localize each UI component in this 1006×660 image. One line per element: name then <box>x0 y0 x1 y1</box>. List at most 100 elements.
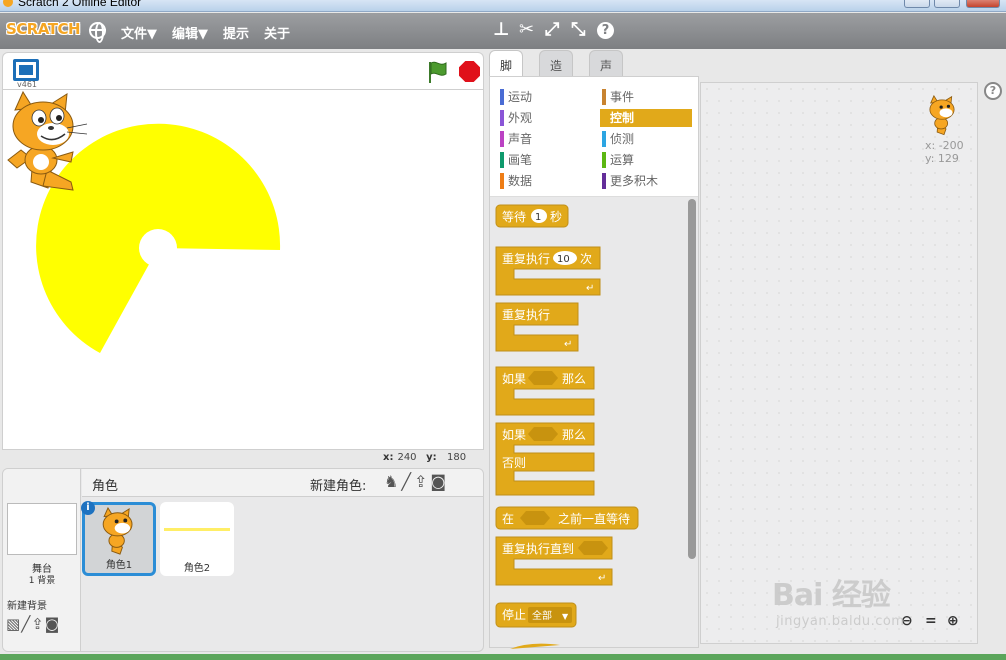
svg-text:全部: 全部 <box>532 609 552 622</box>
duplicate-stamp-icon[interactable]: ⊥ <box>493 21 509 39</box>
baidu-watermark: Bai 经验 jingyan.baidu.com <box>772 570 904 629</box>
svg-text:重复执行: 重复执行 <box>502 252 550 266</box>
scratch-app-icon <box>3 0 13 7</box>
line-costume-thumbnail <box>164 528 230 531</box>
block-wait[interactable]: 等待 1 秒 <box>495 204 569 228</box>
watermark-url: jingyan.baidu.com <box>776 614 905 629</box>
info-icon[interactable]: i <box>81 501 95 515</box>
svg-text:等待: 等待 <box>502 210 526 224</box>
stage-canvas[interactable] <box>2 89 484 450</box>
stage-column: 舞台 1 背景 新建背景 ▧╱⇪◙ <box>3 469 81 651</box>
new-backdrop-tools: ▧╱⇪◙ <box>6 615 60 633</box>
grow-icon[interactable]: ⤢ <box>545 21 559 39</box>
category-sensing[interactable]: 侦测 <box>600 130 692 148</box>
zoom-in-icon[interactable]: ⊕ <box>947 613 959 629</box>
tab-scripts[interactable]: 脚本 <box>489 50 524 90</box>
close-button[interactable] <box>966 0 1000 8</box>
globe-icon[interactable] <box>89 22 106 43</box>
menu-file[interactable]: 文件▼ <box>121 23 157 42</box>
svg-text:次: 次 <box>580 252 592 266</box>
camera-sprite-icon[interactable]: ◙ <box>430 472 449 491</box>
block-help-icon[interactable]: ? <box>597 22 614 39</box>
sprite-name: 角色2 <box>183 563 211 574</box>
svg-text:如果: 如果 <box>502 427 526 442</box>
category-more-blocks[interactable]: 更多积木 <box>600 172 692 190</box>
mouse-coordinates: x: 240 y: 180 <box>383 452 467 463</box>
menu-edit[interactable]: 编辑▼ <box>172 23 208 42</box>
svg-text:↵: ↵ <box>564 339 572 350</box>
svg-text:▼: ▼ <box>562 612 569 621</box>
upload-sprite-icon[interactable]: ⇪ <box>414 472 430 491</box>
shrink-icon[interactable]: ⤡ <box>571 21 585 39</box>
zoom-reset-icon[interactable]: = <box>925 613 937 629</box>
watermark-brand: Bai 经验 <box>772 578 891 613</box>
category-pen[interactable]: 画笔 <box>498 151 590 169</box>
category-operators[interactable]: 运算 <box>600 151 692 169</box>
camera-backdrop-icon[interactable]: ◙ <box>45 615 61 633</box>
category-motion[interactable]: 运动 <box>498 88 590 106</box>
category-looks[interactable]: 外观 <box>498 109 590 127</box>
svg-text:秒: 秒 <box>550 210 562 224</box>
palette-scrollbar[interactable] <box>688 199 696 559</box>
block-repeat[interactable]: 重复执行 10 次 ↵ <box>495 246 601 296</box>
scratch-logo[interactable]: SCRATCH <box>6 20 81 38</box>
sprite-tile-1[interactable]: i 角色1 <box>81 501 156 576</box>
paint-backdrop-icon[interactable]: ╱ <box>21 615 31 633</box>
sprite-name: 角色1 <box>105 560 133 571</box>
svg-text:之前一直等待: 之前一直等待 <box>558 511 630 526</box>
tab-costumes[interactable]: 造型 <box>539 50 574 90</box>
new-sprite-label: 新建角色: <box>310 479 367 494</box>
svg-text:如果: 如果 <box>502 371 526 386</box>
svg-text:停止: 停止 <box>502 607 526 622</box>
paint-sprite-icon[interactable]: ╱ <box>401 472 414 491</box>
svg-text:那么: 那么 <box>562 372 586 386</box>
block-repeat-until[interactable]: 重复执行直到 ↵ <box>495 536 613 586</box>
scripts-area[interactable]: x: -200 y: 129 ⊖ = ⊕ <box>700 82 978 644</box>
svg-text:重复执行: 重复执行 <box>502 308 550 322</box>
block-stop[interactable]: 停止 全部 ▼ <box>495 602 577 628</box>
menu-about[interactable]: 关于 <box>264 23 290 42</box>
stage-header: v461 <box>2 52 484 89</box>
upload-backdrop-icon[interactable]: ⇪ <box>31 615 45 633</box>
sprite-y-readout: y: 129 <box>925 152 959 165</box>
sprite-cat-on-stage[interactable] <box>3 90 93 194</box>
presentation-mode-icon[interactable] <box>13 59 39 81</box>
control-blocks: 等待 1 秒 重复执行 10 次 ↵ 重复执行 ↵ 如果 那么 如果 那么 否则… <box>495 199 696 649</box>
category-events[interactable]: 事件 <box>600 88 692 106</box>
sprite-x-readout: x: -200 <box>925 139 964 152</box>
category-control[interactable]: 控制 <box>600 109 692 127</box>
taskbar-strip <box>0 654 1006 660</box>
category-sound[interactable]: 声音 <box>498 130 590 148</box>
svg-text:10: 10 <box>557 254 570 265</box>
sprite-library-icon[interactable]: ♞ <box>384 472 401 491</box>
window-titlebar: Scratch 2 Offline Editor <box>0 0 1006 12</box>
block-wait-until[interactable]: 在 之前一直等待 <box>495 506 639 530</box>
menubar: SCRATCH 文件▼ 编辑▼ 提示 关于 ⊥ ✂ ⤢ ⤡ ? <box>0 13 1006 49</box>
tab-sounds[interactable]: 声音 <box>589 50 624 90</box>
svg-text:1: 1 <box>535 212 541 223</box>
svg-text:否则: 否则 <box>502 456 526 470</box>
sprite-tile-2[interactable]: 角色2 <box>160 502 234 576</box>
block-if-then[interactable]: 如果 那么 <box>495 366 595 416</box>
backdrop-count: 1 背景 <box>28 576 56 586</box>
block-forever[interactable]: 重复执行 ↵ <box>495 302 579 352</box>
category-selector: 运动 事件 外观 控制 声音 侦测 画笔 运算 数据 更多积木 <box>490 77 698 197</box>
menu-tips[interactable]: 提示 <box>223 23 249 42</box>
version-label: v461 <box>17 80 38 89</box>
category-data[interactable]: 数据 <box>498 172 590 190</box>
svg-text:那么: 那么 <box>562 428 586 442</box>
svg-text:↵: ↵ <box>586 283 594 294</box>
svg-text:↵: ↵ <box>598 573 606 584</box>
stop-icon[interactable] <box>459 61 480 82</box>
block-if-else[interactable]: 如果 那么 否则 <box>495 422 595 496</box>
pen-fan-hole <box>139 229 177 267</box>
maximize-button[interactable] <box>934 0 960 8</box>
stage-thumbnail[interactable] <box>7 503 77 555</box>
backdrop-library-icon[interactable]: ▧ <box>6 615 21 633</box>
green-flag-icon[interactable] <box>426 60 448 84</box>
minimize-button[interactable] <box>904 0 930 8</box>
delete-scissors-icon[interactable]: ✂ <box>519 21 534 39</box>
new-backdrop-label: 新建背景 <box>7 601 47 612</box>
help-icon[interactable]: ? <box>984 82 1002 100</box>
sprite-header: 角色 新建角色: ♞╱⇪◙ <box>82 469 483 497</box>
